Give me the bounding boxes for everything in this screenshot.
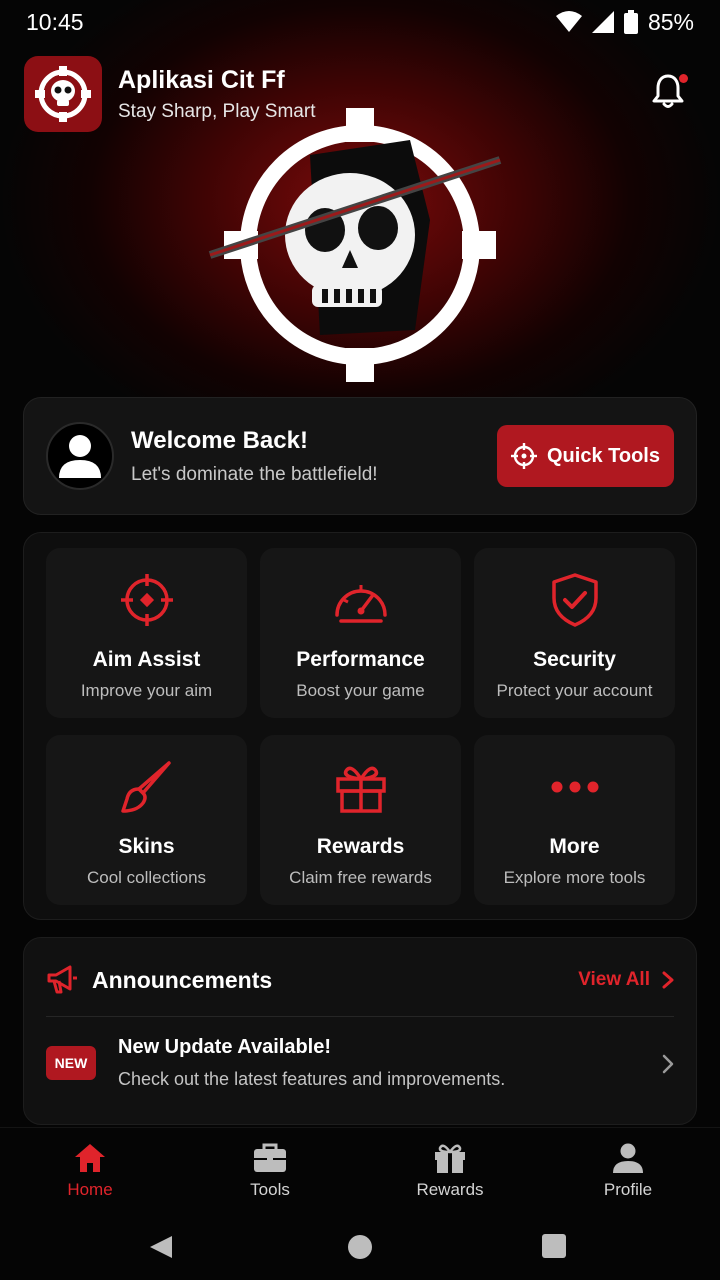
new-badge: NEW: [46, 1046, 96, 1080]
recents-icon[interactable]: [542, 1234, 566, 1258]
nav-label: Home: [67, 1180, 113, 1199]
view-all-label: View All: [578, 969, 650, 990]
speedometer-icon: [334, 585, 387, 623]
app-title: Aplikasi Cit Ff: [118, 65, 285, 94]
announcement-item[interactable]: NEW New Update Available! Check out the …: [46, 1036, 674, 1100]
tool-subtitle: Cool collections: [86, 868, 207, 887]
tool-subtitle: Explore more tools: [503, 868, 646, 887]
gift-icon: [435, 1144, 465, 1173]
tool-rewards[interactable]: Rewards Claim free rewards: [260, 735, 461, 905]
announcement-body: Check out the latest features and improv…: [118, 1069, 506, 1089]
status-time: 10:45: [26, 8, 84, 35]
user-icon: [59, 435, 101, 478]
app-subtitle: Stay Sharp, Play Smart: [118, 100, 316, 122]
tool-skins[interactable]: Skins Cool collections: [46, 735, 247, 905]
nav-home[interactable]: Home: [30, 1142, 150, 1200]
announcements-header: Announcements View All: [46, 962, 674, 998]
gift-icon: [335, 766, 386, 813]
tool-subtitle: Improve your aim: [80, 681, 213, 700]
welcome-subtitle: Let's dominate the battlefield!: [131, 463, 378, 485]
nav-profile[interactable]: Profile: [568, 1142, 688, 1200]
battery-percent: 85%: [647, 8, 694, 35]
divider: [46, 1016, 674, 1017]
tool-title: Aim Assist: [92, 648, 201, 671]
app-logo: [24, 56, 102, 132]
user-icon: [613, 1143, 643, 1173]
nav-rewards[interactable]: Rewards: [390, 1142, 510, 1200]
welcome-title: Welcome Back!: [131, 426, 308, 454]
chevron-right-icon: [662, 971, 674, 989]
notification-button[interactable]: [650, 72, 690, 112]
announcements-card: Announcements View All NEW New Update Av…: [23, 937, 697, 1125]
tool-title: Performance: [296, 648, 425, 671]
tool-title: Skins: [118, 835, 175, 858]
skull-crosshair-icon: [35, 66, 91, 122]
hero-skull-emblem: [208, 108, 502, 382]
back-icon[interactable]: [148, 1234, 174, 1260]
tools-grid: Aim Assist Improve your aim Performance …: [23, 532, 697, 920]
megaphone-icon: [47, 965, 77, 994]
tool-security[interactable]: Security Protect your account: [474, 548, 675, 718]
welcome-card: Welcome Back! Let's dominate the battlef…: [23, 397, 697, 515]
nav-label: Profile: [603, 1180, 653, 1199]
bottom-navigation: Home Tools Rewards Profile: [0, 1127, 720, 1223]
battery-icon: [623, 10, 638, 34]
tool-title: More: [549, 835, 600, 858]
system-navigation: [0, 1223, 720, 1280]
status-icons: 85%: [555, 8, 694, 36]
signal-icon: [591, 11, 614, 33]
chevron-right-icon: [662, 1054, 674, 1074]
tool-subtitle: Claim free rewards: [289, 868, 432, 887]
toolbox-icon: [254, 1143, 286, 1172]
quick-tools-label: Quick Tools: [547, 444, 660, 467]
more-dots-icon: [551, 781, 598, 793]
wifi-icon: [555, 11, 582, 32]
app-header: Aplikasi Cit Ff Stay Sharp, Play Smart: [24, 56, 315, 132]
notification-dot: [679, 74, 688, 83]
tool-title: Rewards: [316, 835, 405, 858]
home-circle-icon[interactable]: [347, 1234, 373, 1260]
avatar[interactable]: [46, 422, 114, 490]
crosshair-icon: [120, 574, 173, 626]
brush-icon: [120, 761, 171, 813]
tool-title: Security: [533, 648, 616, 671]
shield-check-icon: [551, 573, 598, 627]
nav-tools[interactable]: Tools: [210, 1142, 330, 1200]
tool-subtitle: Boost your game: [296, 681, 425, 700]
crosshair-icon: [511, 443, 537, 469]
tool-more[interactable]: More Explore more tools: [474, 735, 675, 905]
tool-aim-assist[interactable]: Aim Assist Improve your aim: [46, 548, 247, 718]
view-all-link[interactable]: View All: [578, 969, 674, 991]
nav-label: Rewards: [416, 1180, 484, 1199]
announcement-title: New Update Available!: [118, 1036, 332, 1058]
status-bar: 10:45 85%: [0, 0, 720, 44]
announcements-title: Announcements: [92, 966, 273, 993]
quick-tools-button[interactable]: Quick Tools: [497, 425, 674, 487]
tool-performance[interactable]: Performance Boost your game: [260, 548, 461, 718]
tool-subtitle: Protect your account: [496, 681, 653, 700]
home-icon: [75, 1144, 105, 1172]
nav-label: Tools: [250, 1180, 290, 1199]
